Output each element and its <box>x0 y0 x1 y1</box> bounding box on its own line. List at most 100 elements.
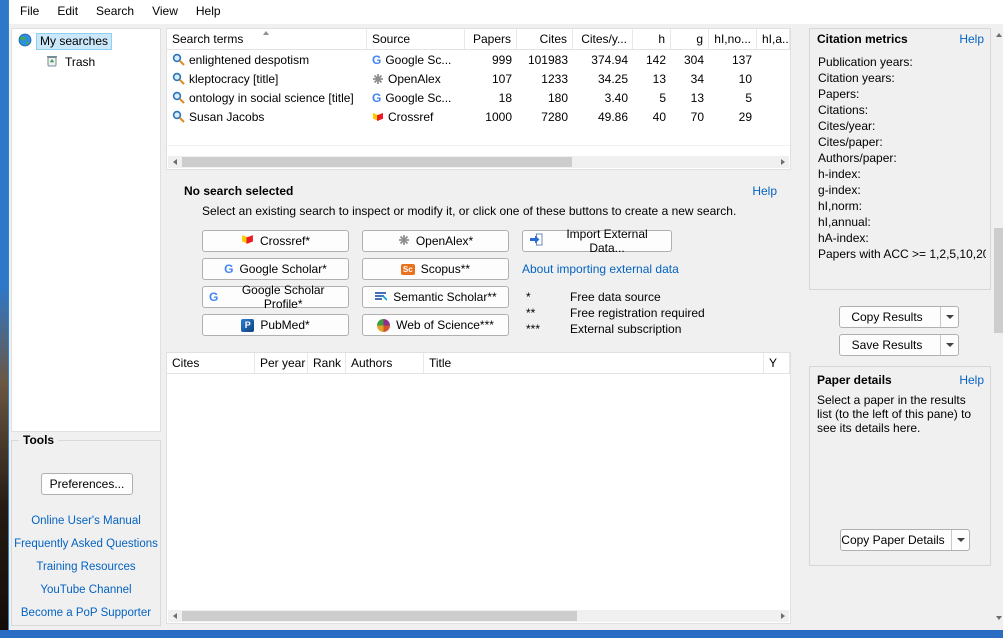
tree-item-trash[interactable]: Trash <box>46 53 98 71</box>
column-header-search-terms[interactable]: Search terms <box>167 29 367 49</box>
column-header-authors[interactable]: Authors <box>346 353 424 373</box>
search-row[interactable]: enlightened despotism GGoogle Sc... 999 … <box>167 50 790 69</box>
crossref-icon <box>372 111 384 123</box>
import-external-data-button[interactable]: Import External Data... <box>522 230 672 252</box>
copy-results-button[interactable]: Copy Results <box>839 306 959 328</box>
search-query-icon <box>172 53 185 66</box>
app-window: FileEditSearchViewHelp My searches Trash… <box>8 0 1003 630</box>
menu-help[interactable]: Help <box>187 0 230 24</box>
tree-item-my-searches[interactable]: My searches <box>18 32 112 50</box>
searches-table: Search terms Source Papers Cites Cites/y… <box>166 28 791 170</box>
results-table-header: Cites Per year Rank Authors Title Y <box>167 353 790 374</box>
paper-details-help-link[interactable]: Help <box>959 373 984 387</box>
copy-paper-details-button[interactable]: Copy Paper Details <box>840 529 970 551</box>
vertical-scrollbar[interactable] <box>993 28 1003 624</box>
scroll-left-arrow-icon[interactable] <box>168 156 181 168</box>
semantic-scholar-button[interactable]: Semantic Scholar** <box>362 286 509 308</box>
scroll-right-arrow-icon[interactable] <box>776 156 789 168</box>
google-scholar-icon: G <box>209 291 218 303</box>
menu-bar: FileEditSearchViewHelp <box>9 0 1003 24</box>
dropdown-arrow[interactable] <box>940 335 958 355</box>
google-scholar-icon: G <box>372 54 381 66</box>
link-faq[interactable]: Frequently Asked Questions <box>12 538 160 550</box>
column-header-papers[interactable]: Papers <box>465 29 517 49</box>
window-bottom-border <box>0 630 1003 638</box>
metric-publication-years: Publication years: <box>818 55 986 71</box>
citation-metrics-title: Citation metrics <box>817 32 908 46</box>
scroll-down-arrow-icon[interactable] <box>993 611 1003 624</box>
save-results-button[interactable]: Save Results <box>839 334 959 356</box>
new-search-help-link[interactable]: Help <box>752 184 777 198</box>
link-become-supporter[interactable]: Become a PoP Supporter <box>12 607 160 619</box>
legend-symbol: ** <box>526 306 566 320</box>
openalex-button[interactable]: OpenAlex* <box>362 230 509 252</box>
column-header-per-year[interactable]: Per year <box>255 353 308 373</box>
menu-edit[interactable]: Edit <box>48 0 87 24</box>
column-header-g[interactable]: g <box>671 29 709 49</box>
column-header-title[interactable]: Title <box>424 353 764 373</box>
legend-symbol: *** <box>526 322 566 336</box>
openalex-icon <box>372 73 384 85</box>
scopus-button[interactable]: Sc Scopus** <box>362 258 509 280</box>
new-search-panel: No search selected Help Select an existi… <box>166 176 791 348</box>
paper-details-section: Paper details Help Select a paper in the… <box>809 366 991 566</box>
menu-search[interactable]: Search <box>87 0 143 24</box>
tree-label-trash: Trash <box>62 55 98 70</box>
google-scholar-profile-button[interactable]: G Google Scholar Profile* <box>202 286 349 308</box>
column-header-cites[interactable]: Cites <box>517 29 573 49</box>
metric-cites-per-paper: Cites/paper: <box>818 135 986 151</box>
scroll-up-arrow-icon[interactable] <box>993 28 1003 41</box>
scroll-left-arrow-icon[interactable] <box>168 610 181 622</box>
menu-file[interactable]: File <box>11 0 48 24</box>
link-training-resources[interactable]: Training Resources <box>12 561 160 573</box>
preferences-button[interactable]: Preferences... <box>41 473 133 495</box>
google-scholar-icon: G <box>224 263 233 275</box>
search-row[interactable]: Susan Jacobs Crossref 1000 7280 49.86 40… <box>167 107 790 126</box>
column-header-hi-annual[interactable]: hI,a... <box>757 29 790 49</box>
dropdown-arrow[interactable] <box>951 530 969 550</box>
metric-g-index: g-index: <box>818 183 986 199</box>
scrollbar-thumb[interactable] <box>182 157 572 167</box>
link-youtube-channel[interactable]: YouTube Channel <box>12 584 160 596</box>
crossref-icon <box>241 233 254 249</box>
pubmed-button[interactable]: P PubMed* <box>202 314 349 336</box>
column-header-cites-per-year[interactable]: Cites/y... <box>573 29 633 49</box>
column-header-source[interactable]: Source <box>367 29 465 49</box>
column-header-cites[interactable]: Cites <box>167 353 255 373</box>
metric-hi-annual: hI,annual: <box>818 215 986 231</box>
semantic-scholar-icon <box>374 290 387 305</box>
menu-view[interactable]: View <box>143 0 187 24</box>
metric-papers-with-acc: Papers with ACC >= 1,2,5,10,20: <box>818 247 986 263</box>
legend-text: External subscription <box>570 322 681 336</box>
column-header-rank[interactable]: Rank <box>308 353 346 373</box>
crossref-button[interactable]: Crossref* <box>202 230 349 252</box>
search-row[interactable]: kleptocracy [title] OpenAlex 107 1233 34… <box>167 69 790 88</box>
scrollbar-thumb[interactable] <box>182 611 577 621</box>
horizontal-scrollbar[interactable] <box>168 156 789 168</box>
legend-symbol: * <box>526 290 566 304</box>
search-query-icon <box>172 91 185 104</box>
column-header-year[interactable]: Y <box>764 353 790 373</box>
scrollbar-thumb[interactable] <box>994 228 1003 333</box>
trash-icon <box>46 54 58 70</box>
searches-tree-panel: My searches Trash <box>11 28 161 432</box>
horizontal-scrollbar[interactable] <box>168 610 789 622</box>
dropdown-arrow[interactable] <box>940 307 958 327</box>
google-scholar-button[interactable]: G Google Scholar* <box>202 258 349 280</box>
results-table: Cites Per year Rank Authors Title Y <box>166 352 791 624</box>
scroll-right-arrow-icon[interactable] <box>776 610 789 622</box>
new-search-instruction: Select an existing search to inspect or … <box>202 204 736 218</box>
right-panel: Citation metrics Help Publication years:… <box>809 28 991 624</box>
column-header-hi-norm[interactable]: hI,no... <box>709 29 757 49</box>
search-query-icon <box>172 72 185 85</box>
web-of-science-button[interactable]: Web of Science*** <box>362 314 509 336</box>
sort-ascending-icon <box>263 31 269 35</box>
about-importing-link[interactable]: About importing external data <box>522 262 679 276</box>
chevron-down-icon <box>957 538 965 542</box>
link-online-users-manual[interactable]: Online User's Manual <box>12 515 160 527</box>
metrics-help-link[interactable]: Help <box>959 32 984 46</box>
column-header-h[interactable]: h <box>633 29 671 49</box>
search-row[interactable]: ontology in social science [title] GGoog… <box>167 88 790 107</box>
metric-authors-per-paper: Authors/paper: <box>818 151 986 167</box>
scopus-icon: Sc <box>401 264 415 275</box>
